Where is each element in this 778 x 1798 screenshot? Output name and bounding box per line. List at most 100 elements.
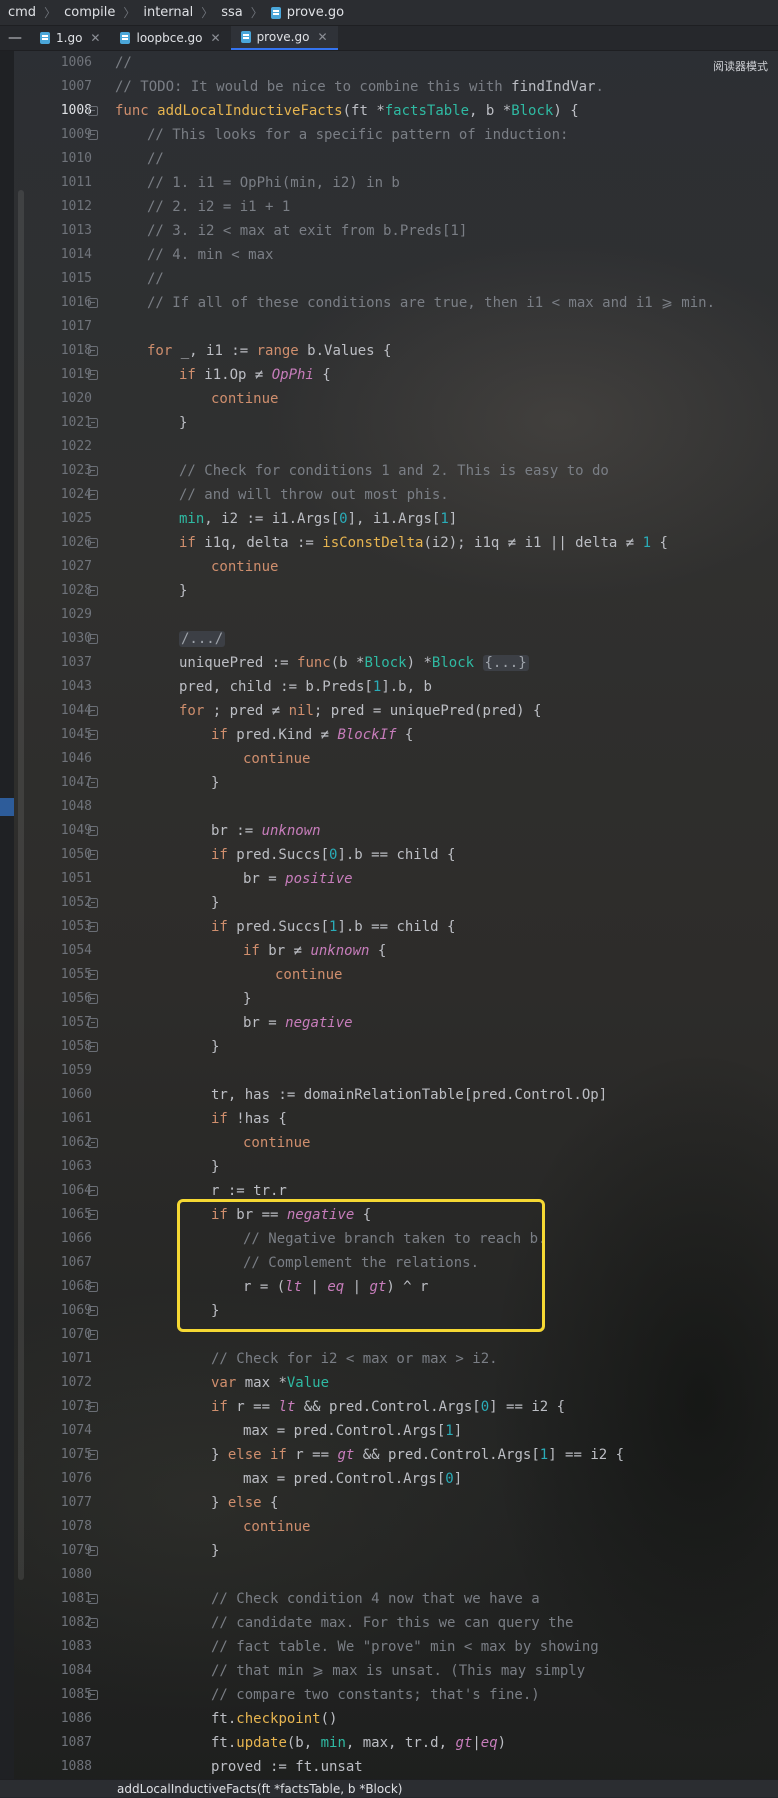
line-number[interactable]: 1008 [26, 99, 92, 123]
fold-toggle-icon[interactable] [88, 466, 98, 476]
line-number[interactable]: 1066 [26, 1227, 92, 1251]
line-number[interactable]: 1025 [26, 507, 92, 531]
line-number[interactable]: 1059 [26, 1059, 92, 1083]
fold-toggle-icon[interactable] [88, 106, 98, 116]
line-number[interactable]: 1016 [26, 291, 92, 315]
fold-toggle-icon[interactable] [88, 1042, 98, 1052]
line-number[interactable]: 1013 [26, 219, 92, 243]
line-number[interactable]: 1047 [26, 771, 92, 795]
line-number[interactable]: 1045 [26, 723, 92, 747]
collapsed-region[interactable]: /.../ [179, 631, 226, 647]
tab-prove-go[interactable]: prove.go ✕ [230, 26, 338, 50]
line-number[interactable]: 1019 [26, 363, 92, 387]
fold-toggle-icon[interactable] [88, 778, 98, 788]
line-number[interactable]: 1085 [26, 1683, 92, 1707]
fold-toggle-icon[interactable] [88, 130, 98, 140]
line-number[interactable]: 1012 [26, 195, 92, 219]
close-icon[interactable]: ✕ [211, 31, 221, 45]
fold-toggle-icon[interactable] [88, 1138, 98, 1148]
tool-window-marker[interactable] [0, 798, 14, 816]
fold-toggle-icon[interactable] [88, 1330, 98, 1340]
fold-toggle-icon[interactable] [88, 634, 98, 644]
line-number[interactable]: 1011 [26, 171, 92, 195]
line-number[interactable]: 1078 [26, 1515, 92, 1539]
fold-toggle-icon[interactable] [88, 298, 98, 308]
breadcrumb-item-file[interactable]: prove.go [270, 5, 344, 20]
line-number[interactable]: 1082 [26, 1611, 92, 1635]
line-number[interactable]: 1051 [26, 867, 92, 891]
line-number[interactable]: 1015 [26, 267, 92, 291]
tab-1-go[interactable]: 1.go ✕ [30, 26, 110, 50]
fold-toggle-icon[interactable] [88, 1282, 98, 1292]
line-number[interactable]: 1053 [26, 915, 92, 939]
breadcrumb-item-ssa[interactable]: ssa [221, 5, 243, 20]
collapsed-region[interactable]: {...} [482, 655, 529, 671]
tab-menu-icon[interactable]: — [0, 26, 30, 50]
line-number[interactable]: 1021 [26, 411, 92, 435]
line-number[interactable]: 1060 [26, 1083, 92, 1107]
line-number[interactable]: 1023 [26, 459, 92, 483]
fold-toggle-icon[interactable] [88, 346, 98, 356]
fold-toggle-icon[interactable] [88, 1306, 98, 1316]
line-number[interactable]: 1052 [26, 891, 92, 915]
line-number[interactable]: 1074 [26, 1419, 92, 1443]
status-bar-context[interactable]: addLocalInductiveFacts(ft *factsTable, b… [117, 1782, 402, 1796]
line-number[interactable]: 1020 [26, 387, 92, 411]
line-number[interactable]: 1037 [26, 651, 92, 675]
fold-toggle-icon[interactable] [88, 922, 98, 932]
line-number[interactable]: 1018 [26, 339, 92, 363]
line-number[interactable]: 1069 [26, 1299, 92, 1323]
line-number[interactable]: 1077 [26, 1491, 92, 1515]
line-number[interactable]: 1058 [26, 1035, 92, 1059]
fold-toggle-icon[interactable] [88, 730, 98, 740]
line-number[interactable]: 1027 [26, 555, 92, 579]
line-number[interactable]: 1073 [26, 1395, 92, 1419]
fold-toggle-icon[interactable] [88, 586, 98, 596]
line-number[interactable]: 1081 [26, 1587, 92, 1611]
line-number[interactable]: 1026 [26, 531, 92, 555]
fold-toggle-icon[interactable] [88, 418, 98, 428]
fold-toggle-icon[interactable] [88, 970, 98, 980]
line-number[interactable]: 1068 [26, 1275, 92, 1299]
breadcrumb-item-internal[interactable]: internal [143, 5, 193, 20]
line-number[interactable]: 1028 [26, 579, 92, 603]
line-number[interactable]: 1063 [26, 1155, 92, 1179]
fold-toggle-icon[interactable] [88, 1018, 98, 1028]
tab-loopbce-go[interactable]: loopbce.go ✕ [110, 26, 230, 50]
fold-toggle-icon[interactable] [88, 490, 98, 500]
line-number[interactable]: 1087 [26, 1731, 92, 1755]
line-number[interactable]: 1067 [26, 1251, 92, 1275]
line-number[interactable]: 1086 [26, 1707, 92, 1731]
line-number[interactable]: 1009 [26, 123, 92, 147]
breadcrumb-item-compile[interactable]: compile [64, 5, 115, 20]
line-number[interactable]: 1029 [26, 603, 92, 627]
line-number[interactable]: 1056 [26, 987, 92, 1011]
line-number[interactable]: 1043 [26, 675, 92, 699]
fold-toggle-icon[interactable] [88, 538, 98, 548]
fold-toggle-icon[interactable] [88, 1618, 98, 1628]
line-number[interactable]: 1044 [26, 699, 92, 723]
line-number[interactable]: 1050 [26, 843, 92, 867]
line-number[interactable]: 1072 [26, 1371, 92, 1395]
code-editor[interactable]: // // TODO: It would be nice to combine … [115, 51, 765, 1779]
line-number[interactable]: 1024 [26, 483, 92, 507]
fold-toggle-icon[interactable] [88, 1690, 98, 1700]
line-number[interactable]: 1076 [26, 1467, 92, 1491]
line-number[interactable]: 1075 [26, 1443, 92, 1467]
line-number[interactable]: 1017 [26, 315, 92, 339]
line-number[interactable]: 1088 [26, 1755, 92, 1779]
line-number[interactable]: 1062 [26, 1131, 92, 1155]
fold-toggle-icon[interactable] [88, 898, 98, 908]
fold-toggle-icon[interactable] [88, 370, 98, 380]
breadcrumb-item-cmd[interactable]: cmd [8, 5, 36, 20]
line-number[interactable]: 1083 [26, 1635, 92, 1659]
fold-toggle-icon[interactable] [88, 1210, 98, 1220]
line-number[interactable]: 1071 [26, 1347, 92, 1371]
line-number[interactable]: 1014 [26, 243, 92, 267]
line-number[interactable]: 1070 [26, 1323, 92, 1347]
close-icon[interactable]: ✕ [90, 31, 100, 45]
line-number[interactable]: 1022 [26, 435, 92, 459]
line-number[interactable]: 1064 [26, 1179, 92, 1203]
line-number[interactable]: 1054 [26, 939, 92, 963]
line-number[interactable]: 1065 [26, 1203, 92, 1227]
